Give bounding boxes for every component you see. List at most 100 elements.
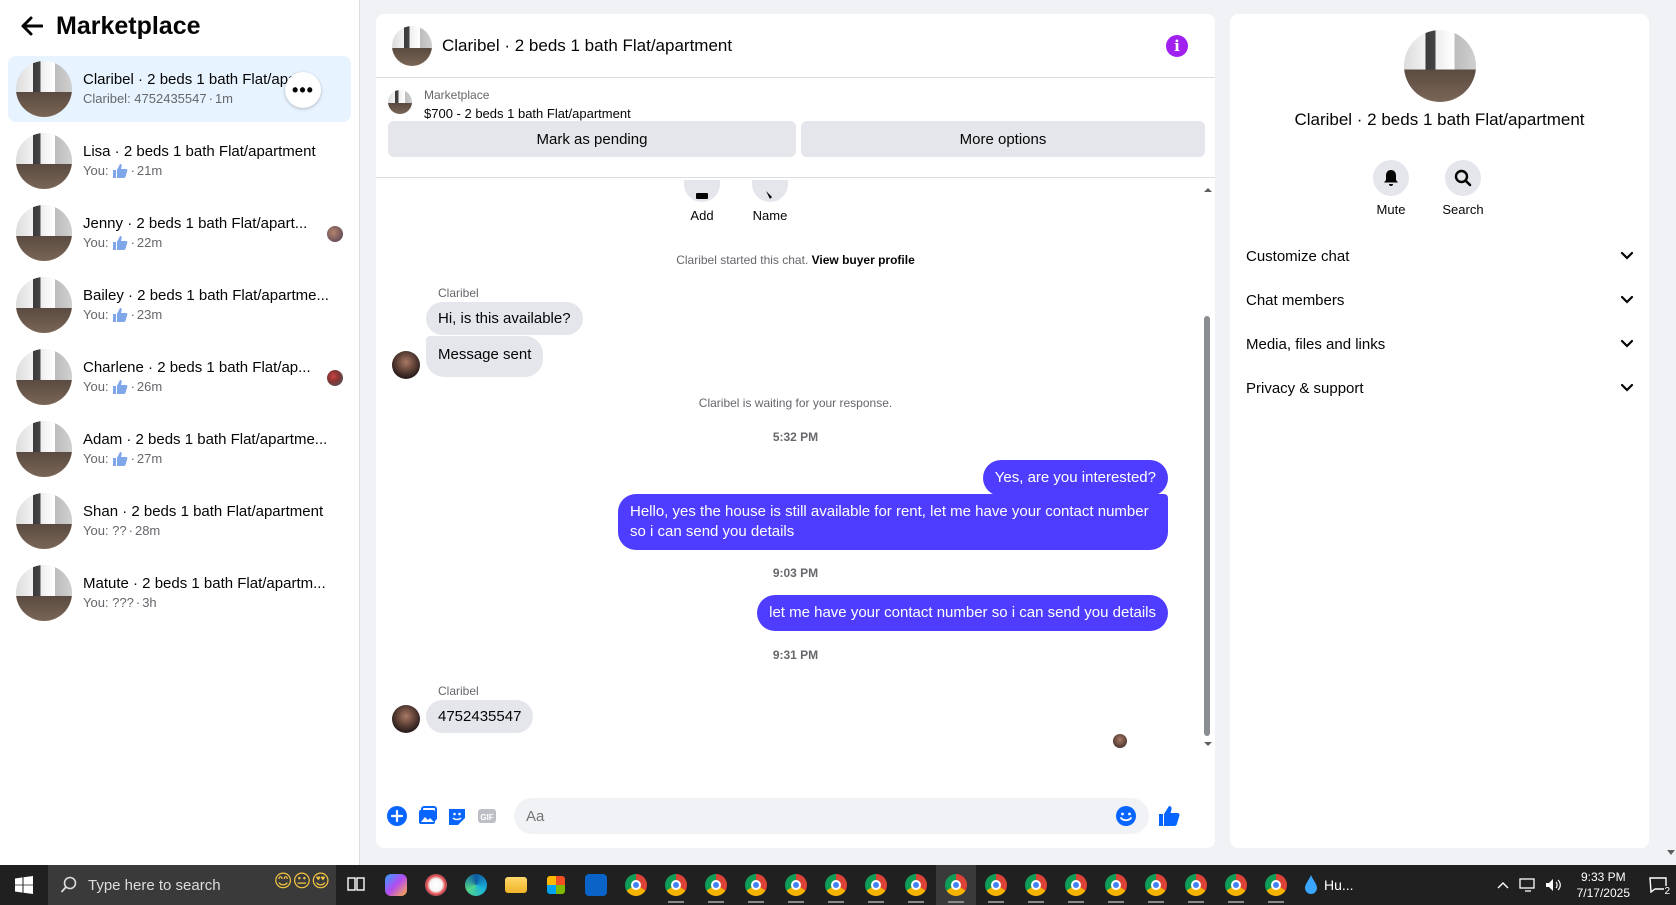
chat-header: Claribel · 2 beds 1 bath Flat/apartment … <box>376 14 1215 78</box>
details-thumbnail <box>1404 30 1476 102</box>
system-clock[interactable]: 9:33 PM 7/17/2025 <box>1577 869 1630 901</box>
chrome-profile-icon[interactable] <box>1016 865 1056 905</box>
conversation-item-shan[interactable]: Shan · 2 beds 1 bath Flat/apartment You:… <box>8 488 351 554</box>
plus-icon[interactable] <box>386 805 408 827</box>
sticker-icon[interactable] <box>446 805 468 827</box>
photo-icon[interactable] <box>416 805 438 827</box>
chat-title[interactable]: Claribel · 2 beds 1 bath Flat/apartment <box>442 36 732 56</box>
chevron-down-icon <box>1620 383 1634 392</box>
chevron-up-icon[interactable] <box>1497 881 1509 889</box>
store-icon[interactable] <box>536 865 576 905</box>
conversation-preview: Claribel: 4752435547 <box>83 91 207 106</box>
thumbs-up-icon <box>112 164 127 178</box>
chrome-profile-icon[interactable] <box>736 865 776 905</box>
add-action[interactable]: Add <box>672 180 732 223</box>
notification-center-icon[interactable]: 2 <box>1640 865 1676 905</box>
listing-thumbnail <box>16 277 72 333</box>
conversation-name: Adam · 2 beds 1 bath Flat/apartme... <box>83 431 328 448</box>
emoji-icon[interactable] <box>1115 805 1137 827</box>
conversation-name: Lisa · 2 beds 1 bath Flat/apartment <box>83 143 316 160</box>
chrome-profile-icon[interactable] <box>936 865 976 905</box>
chrome-profile-icon[interactable] <box>1216 865 1256 905</box>
message-input[interactable] <box>514 798 1149 834</box>
file-explorer-icon[interactable] <box>496 865 536 905</box>
conversation-item-lisa[interactable]: Lisa · 2 beds 1 bath Flat/apartment You:… <box>8 128 351 194</box>
outgoing-message[interactable]: let me have your contact number so i can… <box>757 595 1168 631</box>
more-options-button[interactable]: More options <box>801 121 1205 157</box>
search-button[interactable]: Search <box>1433 160 1493 217</box>
chrome-profile-icon[interactable] <box>1256 865 1296 905</box>
taskbar-search-box[interactable]: Type here to search 😊😐😍 <box>48 865 336 905</box>
view-buyer-profile-link[interactable]: View buyer profile <box>812 253 915 267</box>
listing-thumbnail <box>16 421 72 477</box>
chat-members-section[interactable]: Chat members <box>1246 280 1634 320</box>
like-send-icon[interactable] <box>1157 804 1181 828</box>
name-action[interactable]: Name <box>740 180 800 223</box>
conversation-name: Bailey · 2 beds 1 bath Flat/apartme... <box>83 287 329 304</box>
sender-avatar[interactable] <box>392 705 420 733</box>
conversation-item-jenny[interactable]: Jenny · 2 beds 1 bath Flat/apart... You:… <box>8 200 351 266</box>
conversation-item-bailey[interactable]: Bailey · 2 beds 1 bath Flat/apartme... Y… <box>8 272 351 338</box>
edge-icon[interactable] <box>456 865 496 905</box>
chevron-down-icon <box>1620 339 1634 348</box>
outgoing-message[interactable]: Yes, are you interested? <box>982 460 1168 496</box>
paint-icon[interactable] <box>416 865 456 905</box>
chrome-profile-icon[interactable] <box>976 865 1016 905</box>
chrome-profile-icon[interactable] <box>856 865 896 905</box>
conversation-more-button[interactable]: ••• <box>285 72 321 108</box>
back-arrow-icon[interactable] <box>20 14 44 38</box>
windows-start-icon[interactable] <box>0 865 48 905</box>
outgoing-message[interactable]: Hello, yes the house is still available … <box>618 494 1168 550</box>
chrome-profile-icon[interactable] <box>1136 865 1176 905</box>
incoming-message[interactable]: Hi, is this available? <box>426 302 583 335</box>
chrome-profile-icon[interactable] <box>816 865 856 905</box>
conversation-sidebar: Marketplace Claribel · 2 beds 1 bath Fla… <box>0 0 360 865</box>
mute-button[interactable]: Mute <box>1361 160 1421 217</box>
conversation-time: 1m <box>214 91 234 106</box>
incoming-message[interactable]: 4752435547 <box>426 700 534 733</box>
scroll-up-icon[interactable] <box>1203 186 1213 194</box>
chat-details-panel: Claribel · 2 beds 1 bath Flat/apartment … <box>1230 14 1649 848</box>
scroll-thumb[interactable] <box>1204 316 1210 736</box>
chrome-profile-icon[interactable] <box>1176 865 1216 905</box>
chrome-profile-icon[interactable] <box>656 865 696 905</box>
chrome-profile-icon[interactable] <box>1096 865 1136 905</box>
page-scroll-down-icon[interactable] <box>1667 850 1675 856</box>
details-title: Claribel · 2 beds 1 bath Flat/apartment <box>1294 110 1585 129</box>
thumbs-up-icon <box>112 452 127 466</box>
listing-thumbnail <box>388 90 412 114</box>
chrome-profile-icon[interactable] <box>696 865 736 905</box>
conversation-item-charlene[interactable]: Charlene · 2 beds 1 bath Flat/ap... You:… <box>8 344 351 410</box>
listing-price[interactable]: $700 - 2 beds 1 bath Flat/apartment <box>424 106 631 121</box>
message-scrollbar[interactable] <box>1202 188 1212 768</box>
chrome-icon[interactable] <box>616 865 656 905</box>
volume-icon[interactable] <box>1545 878 1563 892</box>
task-view-icon[interactable] <box>336 865 376 905</box>
network-icon[interactable] <box>1518 878 1537 892</box>
scroll-down-icon[interactable] <box>1203 740 1213 748</box>
conversation-item-matute[interactable]: Matute · 2 beds 1 bath Flat/apartm... Yo… <box>8 560 351 626</box>
copilot-icon[interactable] <box>376 865 416 905</box>
incoming-message[interactable]: Message sent <box>426 336 544 377</box>
conversation-item-adam[interactable]: Adam · 2 beds 1 bath Flat/apartme... You… <box>8 416 351 482</box>
chrome-profile-icon[interactable] <box>776 865 816 905</box>
sender-avatar[interactable] <box>392 351 420 379</box>
chrome-profile-icon[interactable] <box>896 865 936 905</box>
privacy-support-section[interactable]: Privacy & support <box>1246 368 1634 408</box>
media-files-links-section[interactable]: Media, files and links <box>1246 324 1634 364</box>
svg-text:GIF: GIF <box>480 813 493 822</box>
listing-thumbnail <box>16 61 72 117</box>
customize-chat-section[interactable]: Customize chat <box>1246 236 1634 276</box>
weather-widget[interactable]: Hu... <box>1304 875 1354 895</box>
chrome-profile-icon[interactable] <box>1056 865 1096 905</box>
conversation-name: Matute · 2 beds 1 bath Flat/apartm... <box>83 575 326 592</box>
info-icon[interactable]: i <box>1166 35 1188 57</box>
search-icon <box>60 876 77 893</box>
conversation-item-claribel[interactable]: Claribel · 2 beds 1 bath Flat/apartment … <box>8 56 351 122</box>
listing-thumbnail <box>16 349 72 405</box>
mark-as-pending-button[interactable]: Mark as pending <box>388 121 796 157</box>
outlook-icon[interactable] <box>576 865 616 905</box>
chat-started-notice: Claribel started this chat. View buyer p… <box>676 253 915 267</box>
gif-icon[interactable]: GIF <box>476 805 498 827</box>
search-highlight-emoji-icon: 😊😐😍 <box>273 871 330 891</box>
